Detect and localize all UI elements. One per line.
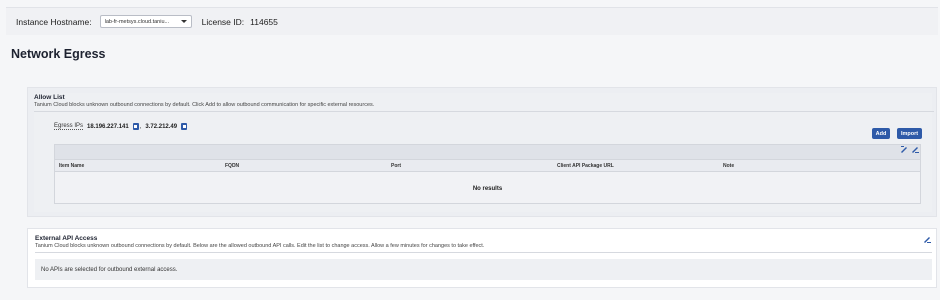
table-tools [901,146,919,153]
column-item-name[interactable]: Item Name [59,163,84,169]
table-header: Item Name FQDN Port Client API Package U… [55,159,920,172]
egress-separator: , [139,123,142,130]
egress-ips: Egress IPs 18.196.227.141 , 3.72.212.49 [54,123,188,130]
external-api-empty: No APIs are selected for outbound extern… [35,259,932,280]
allow-list-description: Tanium Cloud blocks unknown outbound con… [34,102,375,108]
allow-list-header: Allow List Tanium Cloud blocks unknown o… [34,94,934,112]
external-api-description: Tanium Cloud blocks unknown outbound con… [35,243,485,249]
allow-list-title: Allow List [34,94,65,101]
allow-list-card: Allow List Tanium Cloud blocks unknown o… [27,87,937,217]
hostname-label: Instance Hostname: [16,16,92,27]
instance-bar: Instance Hostname: lab-fr-metsys.cloud.t… [6,7,938,35]
external-api-header: External API Access Tanium Cloud blocks … [35,235,932,253]
egress-ip-2: 3.72.212.49 [145,123,178,130]
empty-state: No results [472,186,503,192]
hostname-value: lab-fr-metsys.cloud.taniu... [104,18,170,25]
egress-ip-1: 18.196.227.141 [87,123,129,130]
external-api-card: External API Access Tanium Cloud blocks … [27,228,937,288]
hostname-select[interactable]: lab-fr-metsys.cloud.taniu... [99,15,192,28]
external-api-title: External API Access [35,235,98,242]
copy-icon[interactable] [132,123,139,130]
page-title: Network Egress [11,47,106,61]
chevron-down-icon [180,20,187,23]
copy-icon[interactable] [181,123,188,130]
license-label: License ID: [201,16,245,27]
column-note[interactable]: Note [723,163,734,169]
column-client-api-package-url[interactable]: Client API Package URL [557,163,614,169]
allow-list-table: Item Name FQDN Port Client API Package U… [54,144,921,204]
pencil-icon[interactable] [912,146,919,153]
egress-ips-label[interactable]: Egress IPs [54,123,84,130]
column-edit-icon[interactable] [901,146,908,153]
import-button[interactable]: Import [897,128,922,139]
allow-list-panel: Allow List Tanium Cloud blocks unknown o… [34,93,934,212]
license-value: 114655 [250,16,278,27]
column-fqdn[interactable]: FQDN [225,163,239,169]
pencil-icon[interactable] [924,236,931,243]
column-port[interactable]: Port [391,163,401,169]
add-button[interactable]: Add [872,128,890,139]
table-toolbar [55,145,920,159]
